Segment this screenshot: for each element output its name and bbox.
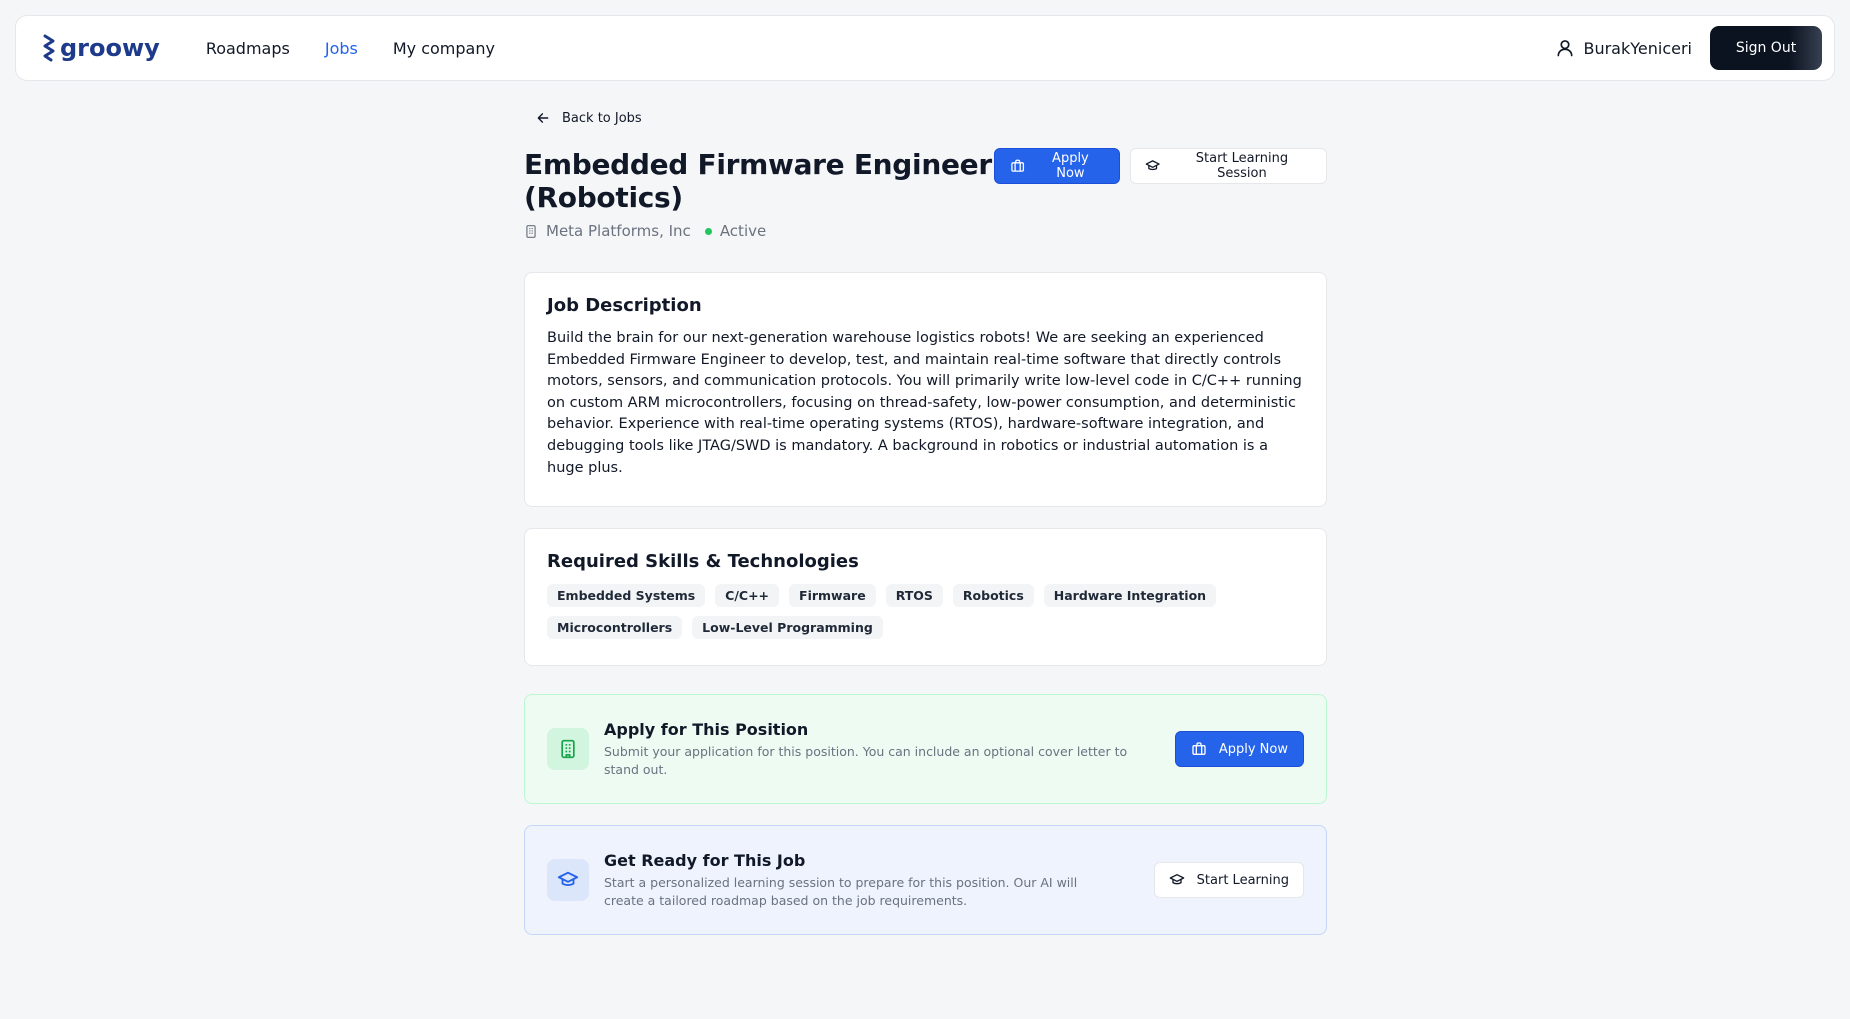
- job-description-card: Job Description Build the brain for our …: [524, 272, 1327, 507]
- building-icon: [561, 739, 575, 759]
- start-learning-session-button[interactable]: Start Learning Session: [1129, 148, 1327, 184]
- skill-tag: Embedded Systems: [547, 584, 706, 607]
- nav-link-jobs[interactable]: Jobs: [325, 39, 358, 58]
- company-name: Meta Platforms, Inc: [546, 222, 691, 240]
- skill-tag: Low-Level Programming: [692, 616, 883, 639]
- apply-section: Apply for This Position Submit your appl…: [524, 694, 1327, 804]
- nav-link-my-company[interactable]: My company: [393, 39, 495, 58]
- skills-list: Embedded Systems C/C++ Firmware RTOS Rob…: [547, 584, 1304, 639]
- brand-name: groowy: [60, 34, 160, 62]
- learn-section-subtitle: Start a personalized learning session to…: [604, 874, 1078, 908]
- skills-heading: Required Skills & Technologies: [547, 551, 859, 572]
- apply-section-icon-box: [547, 728, 589, 770]
- nav-link-roadmaps[interactable]: Roadmaps: [206, 39, 290, 58]
- user-name: BurakYeniceri: [1583, 38, 1692, 58]
- status-dot: [704, 227, 712, 235]
- skill-tag: Robotics: [952, 584, 1034, 607]
- apply-now-section-label: Apply Now: [1218, 741, 1288, 757]
- skill-tag: RTOS: [885, 584, 943, 607]
- building-icon: [526, 224, 536, 238]
- user-icon: [1557, 40, 1573, 57]
- briefcase-icon: [1192, 742, 1206, 755]
- skill-tag: Firmware: [789, 584, 876, 607]
- job-title: Embedded Firmware Engineer (Robotics): [524, 148, 992, 214]
- job-detail-page: Back to Jobs Embedded Firmware Engineer …: [524, 100, 1327, 935]
- job-description-heading: Job Description: [547, 295, 702, 316]
- job-status: Active: [719, 222, 767, 240]
- graduation-cap-icon: [1145, 160, 1160, 171]
- start-learning-session-label: Start Learning Session: [1195, 151, 1289, 181]
- graduation-cap-icon: [1169, 874, 1185, 885]
- graduation-cap-icon: [557, 871, 579, 886]
- briefcase-icon: [1011, 159, 1025, 172]
- learn-section-icon-box: [547, 859, 589, 901]
- apply-section-title: Apply for This Position: [604, 719, 809, 739]
- start-learning-label: Start Learning: [1196, 872, 1289, 888]
- brand-logo[interactable]: groowy: [42, 34, 160, 62]
- learn-section: Get Ready for This Job Start a personali…: [524, 825, 1327, 935]
- top-navbar: groowy Roadmaps Jobs My company BurakYen…: [15, 15, 1835, 81]
- start-learning-button[interactable]: Start Learning: [1153, 862, 1304, 898]
- job-description-text: Build the brain for our next-generation …: [547, 330, 1302, 476]
- skills-card: Required Skills & Technologies Embedded …: [524, 528, 1327, 666]
- apply-section-subtitle: Submit your application for this positio…: [604, 743, 1128, 777]
- back-label: Back to Jobs: [562, 110, 642, 126]
- user-menu[interactable]: BurakYeniceri: [1555, 38, 1692, 58]
- skill-tag: C/C++: [715, 584, 780, 607]
- groowy-logo-icon: [43, 34, 55, 62]
- skill-tag: Microcontrollers: [547, 616, 683, 639]
- skill-tag: Hardware Integration: [1043, 584, 1217, 607]
- arrow-left-icon: [537, 113, 549, 123]
- apply-now-section-button[interactable]: Apply Now: [1174, 731, 1304, 767]
- apply-now-button[interactable]: Apply Now: [994, 148, 1120, 184]
- apply-now-label: Apply Now: [1052, 151, 1089, 181]
- sign-out-button[interactable]: Sign Out: [1710, 26, 1822, 70]
- learn-section-title: Get Ready for This Job: [604, 850, 806, 870]
- back-to-jobs-link[interactable]: Back to Jobs: [524, 100, 1327, 136]
